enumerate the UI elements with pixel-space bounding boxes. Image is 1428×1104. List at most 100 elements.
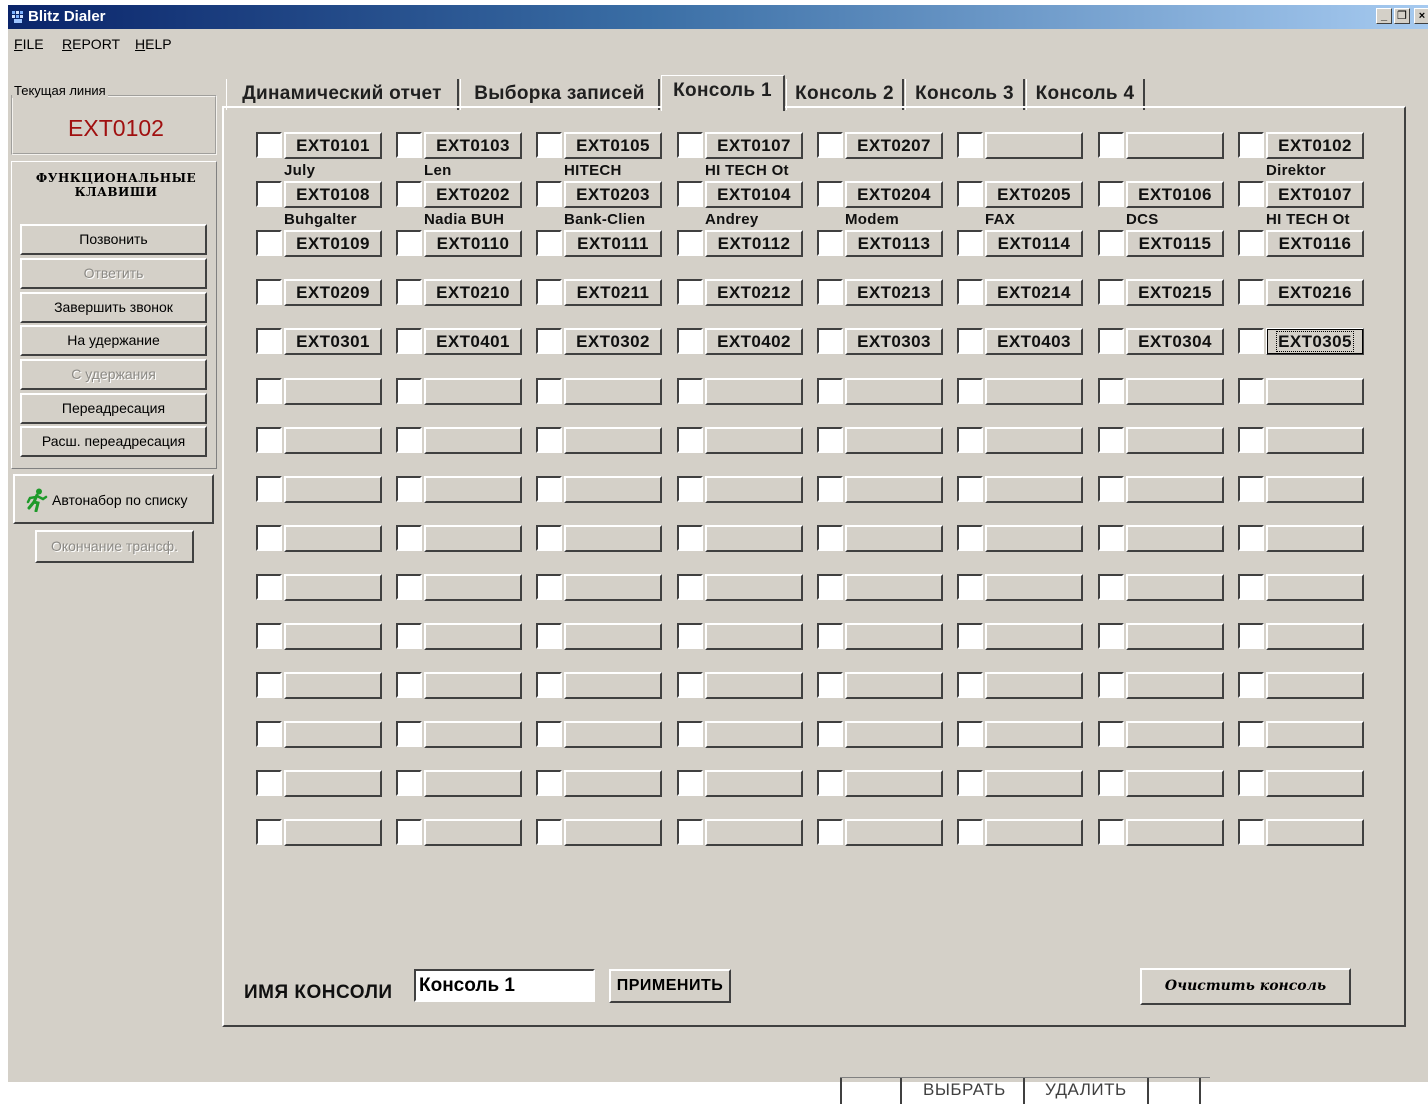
slot-checkbox[interactable] bbox=[677, 819, 703, 845]
slot-checkbox[interactable] bbox=[817, 279, 843, 305]
slot-checkbox[interactable] bbox=[1098, 427, 1124, 453]
slot-checkbox[interactable] bbox=[1238, 328, 1264, 354]
slot-extension-button[interactable] bbox=[424, 819, 522, 846]
slot-extension-button[interactable] bbox=[564, 770, 662, 797]
slot-checkbox[interactable] bbox=[1238, 181, 1264, 207]
slot-extension-button[interactable] bbox=[424, 721, 522, 748]
slot-extension-button[interactable] bbox=[985, 574, 1083, 601]
slot-extension-button[interactable] bbox=[284, 476, 382, 503]
slot-checkbox[interactable] bbox=[536, 328, 562, 354]
slot-extension-button[interactable] bbox=[845, 525, 943, 552]
slot-checkbox[interactable] bbox=[957, 721, 983, 747]
slot-extension-button[interactable] bbox=[845, 819, 943, 846]
slot-extension-button[interactable] bbox=[284, 525, 382, 552]
slot-extension-button[interactable] bbox=[705, 819, 803, 846]
slot-extension-button[interactable] bbox=[1126, 378, 1224, 405]
slot-checkbox[interactable] bbox=[536, 672, 562, 698]
slot-extension-button[interactable] bbox=[284, 427, 382, 454]
unhold-button[interactable]: С удержания bbox=[20, 359, 207, 390]
slot-extension-button[interactable] bbox=[564, 623, 662, 650]
menu-report[interactable]: REPORT bbox=[62, 36, 120, 52]
slot-extension-button[interactable] bbox=[705, 525, 803, 552]
answer-button[interactable]: Ответить bbox=[20, 258, 207, 289]
slot-extension-button[interactable] bbox=[564, 672, 662, 699]
slot-checkbox[interactable] bbox=[677, 623, 703, 649]
slot-extension-button[interactable] bbox=[985, 623, 1083, 650]
slot-checkbox[interactable] bbox=[957, 623, 983, 649]
slot-checkbox[interactable] bbox=[396, 819, 422, 845]
slot-checkbox[interactable] bbox=[536, 230, 562, 256]
slot-extension-button[interactable]: EXT0213 bbox=[845, 279, 943, 306]
slot-extension-button[interactable] bbox=[1126, 770, 1224, 797]
slot-extension-button[interactable] bbox=[564, 525, 662, 552]
slot-checkbox[interactable] bbox=[677, 476, 703, 502]
slot-checkbox[interactable] bbox=[396, 525, 422, 551]
slot-extension-button[interactable] bbox=[284, 770, 382, 797]
slot-checkbox[interactable] bbox=[1098, 378, 1124, 404]
slot-extension-button[interactable]: EXT0105 bbox=[564, 132, 662, 159]
slot-checkbox[interactable] bbox=[396, 672, 422, 698]
slot-extension-button[interactable]: EXT0302 bbox=[564, 328, 662, 355]
slot-checkbox[interactable] bbox=[1098, 230, 1124, 256]
slot-checkbox[interactable] bbox=[817, 623, 843, 649]
slot-extension-button[interactable] bbox=[1126, 132, 1224, 159]
slot-checkbox[interactable] bbox=[396, 378, 422, 404]
delete-button[interactable]: УДАЛИТЬ bbox=[1045, 1080, 1127, 1100]
slot-extension-button[interactable] bbox=[1266, 672, 1364, 699]
slot-extension-button[interactable] bbox=[985, 819, 1083, 846]
slot-checkbox[interactable] bbox=[1098, 279, 1124, 305]
slot-checkbox[interactable] bbox=[1238, 230, 1264, 256]
slot-checkbox[interactable] bbox=[256, 181, 282, 207]
slot-extension-button[interactable] bbox=[424, 574, 522, 601]
slot-checkbox[interactable] bbox=[957, 476, 983, 502]
slot-checkbox[interactable] bbox=[1238, 819, 1264, 845]
slot-checkbox[interactable] bbox=[256, 770, 282, 796]
slot-extension-button[interactable] bbox=[845, 378, 943, 405]
slot-extension-button[interactable] bbox=[1126, 427, 1224, 454]
slot-checkbox[interactable] bbox=[536, 476, 562, 502]
slot-checkbox[interactable] bbox=[957, 230, 983, 256]
menu-file[interactable]: FILE bbox=[14, 36, 44, 52]
slot-checkbox[interactable] bbox=[396, 574, 422, 600]
slot-extension-button[interactable]: EXT0403 bbox=[985, 328, 1083, 355]
slot-extension-button[interactable]: EXT0108 bbox=[284, 181, 382, 208]
slot-checkbox[interactable] bbox=[817, 770, 843, 796]
maximize-button[interactable]: ❐ bbox=[1394, 8, 1410, 24]
slot-checkbox[interactable] bbox=[817, 721, 843, 747]
slot-checkbox[interactable] bbox=[536, 623, 562, 649]
tab-console-1[interactable]: Консоль 1 bbox=[661, 75, 785, 111]
slot-extension-button[interactable] bbox=[1126, 574, 1224, 601]
slot-checkbox[interactable] bbox=[256, 525, 282, 551]
slot-extension-button[interactable] bbox=[284, 623, 382, 650]
slot-extension-button[interactable] bbox=[1266, 623, 1364, 650]
slot-extension-button[interactable]: EXT0204 bbox=[845, 181, 943, 208]
menu-help[interactable]: HELP bbox=[135, 36, 172, 52]
clear-console-button[interactable]: Очистить консоль bbox=[1140, 968, 1351, 1005]
slot-extension-button[interactable] bbox=[424, 623, 522, 650]
slot-checkbox[interactable] bbox=[817, 819, 843, 845]
slot-extension-button[interactable]: EXT0107 bbox=[705, 132, 803, 159]
slot-extension-button[interactable]: EXT0401 bbox=[424, 328, 522, 355]
slot-checkbox[interactable] bbox=[1098, 132, 1124, 158]
slot-checkbox[interactable] bbox=[817, 427, 843, 453]
slot-checkbox[interactable] bbox=[1238, 672, 1264, 698]
slot-checkbox[interactable] bbox=[256, 476, 282, 502]
slot-checkbox[interactable] bbox=[957, 770, 983, 796]
slot-extension-button[interactable] bbox=[705, 672, 803, 699]
slot-checkbox[interactable] bbox=[1238, 378, 1264, 404]
slot-extension-button[interactable] bbox=[424, 427, 522, 454]
slot-checkbox[interactable] bbox=[957, 378, 983, 404]
slot-extension-button[interactable] bbox=[705, 476, 803, 503]
slot-extension-button[interactable]: EXT0402 bbox=[705, 328, 803, 355]
slot-checkbox[interactable] bbox=[1238, 770, 1264, 796]
slot-checkbox[interactable] bbox=[957, 279, 983, 305]
console-name-input[interactable] bbox=[414, 969, 595, 1002]
slot-checkbox[interactable] bbox=[957, 672, 983, 698]
slot-extension-button[interactable] bbox=[1266, 476, 1364, 503]
slot-extension-button[interactable] bbox=[845, 427, 943, 454]
slot-extension-button[interactable] bbox=[424, 476, 522, 503]
slot-checkbox[interactable] bbox=[1098, 721, 1124, 747]
slot-extension-button[interactable]: EXT0112 bbox=[705, 230, 803, 257]
slot-extension-button[interactable]: EXT0209 bbox=[284, 279, 382, 306]
end-call-button[interactable]: Завершить звонок bbox=[20, 292, 207, 323]
